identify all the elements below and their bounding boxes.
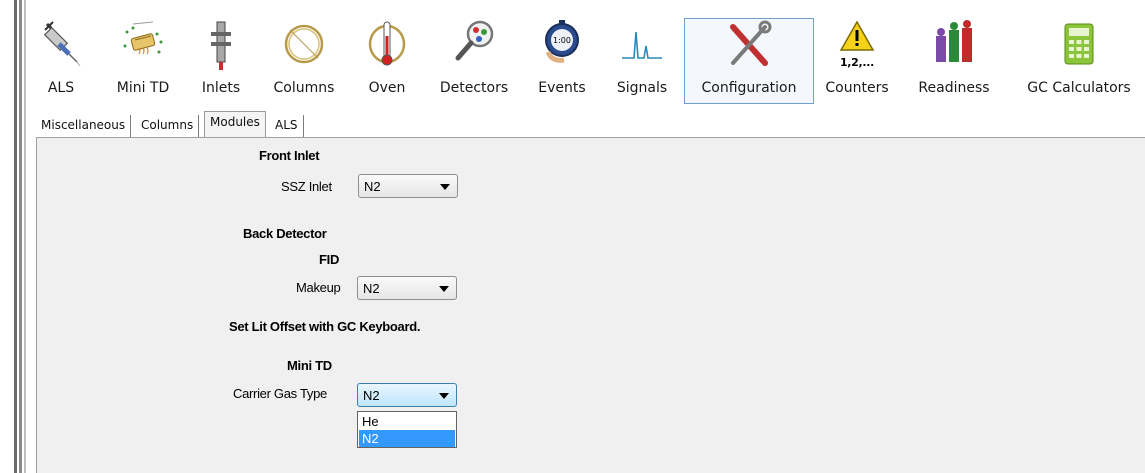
toolbar-label: Configuration [701,80,797,96]
toolbar-gc-calculators-button[interactable]: GC Calculators [1020,18,1138,110]
makeup-select[interactable]: N2 [357,276,457,300]
toolbar-label: Oven [368,80,406,96]
tools-icon [725,19,773,75]
toolbar-label: Events [538,80,586,96]
tab-strip: Miscellaneous Columns Modules ALS [30,111,1145,137]
toolbar: ALS Mini TD Inlets Columns Oven Detector… [30,10,1145,110]
tab-modules[interactable]: Modules [204,111,266,137]
lit-offset-note: Set Lit Offset with GC Keyboard. [229,319,421,334]
fid-heading: FID [319,252,340,267]
toolbar-oven-button[interactable]: Oven [356,18,418,110]
magnifier-icon [450,18,498,74]
toolbar-label: Detectors [439,80,509,96]
toolbar-readiness-button[interactable]: Readiness [914,18,994,110]
readiness-bars-icon [930,18,978,74]
toolbar-label: Inlets [201,80,241,96]
window-edge-shadow [24,0,26,473]
thermal-desorber-icon [119,18,167,74]
back-detector-heading: Back Detector [243,226,327,241]
modules-panel: Front Inlet SSZ Inlet N2 Back Detector F… [36,137,1145,473]
ssz-inlet-select[interactable]: N2 [358,174,458,198]
chevron-down-icon [440,184,450,190]
toolbar-counters-button[interactable]: 1,2,... Counters [822,18,892,110]
tab-columns[interactable]: Columns [136,115,200,137]
stopwatch-text: 1:00 [553,36,571,45]
mini-td-heading: Mini TD [287,358,332,373]
chevron-down-icon [439,286,449,292]
chevron-down-icon [439,393,449,399]
carrier-gas-select[interactable]: N2 [357,383,457,407]
carrier-gas-option-he[interactable]: He [359,413,455,430]
toolbar-columns-button[interactable]: Columns [264,18,344,110]
toolbar-events-button[interactable]: 1:00 Events [528,18,596,110]
toolbar-configuration-button[interactable]: Configuration [684,18,814,104]
inlet-icon [197,18,245,74]
toolbar-label: Columns [273,80,335,96]
tab-miscellaneous[interactable]: Miscellaneous [36,115,132,137]
makeup-label: Makeup [296,280,341,295]
calculator-icon [1055,18,1103,74]
carrier-gas-option-n2[interactable]: N2 [359,430,455,447]
oven-icon [363,18,411,74]
front-inlet-heading: Front Inlet [259,148,320,163]
toolbar-label: Signals [616,80,668,96]
signal-peak-icon [618,18,666,74]
window-edge-inner [19,0,22,473]
window-edge [14,0,17,473]
tab-als[interactable]: ALS [270,115,304,137]
toolbar-detectors-button[interactable]: Detectors [430,18,518,110]
makeup-value: N2 [363,281,380,296]
toolbar-signals-button[interactable]: Signals [606,18,678,110]
toolbar-inlets-button[interactable]: Inlets [190,18,252,110]
toolbar-label: GC Calculators [1027,80,1131,96]
toolbar-label: Mini TD [116,80,170,96]
ssz-inlet-value: N2 [364,179,381,194]
toolbar-label: Readiness [918,80,990,96]
toolbar-label: ALS [47,80,75,96]
carrier-gas-value: N2 [363,388,380,403]
carrier-gas-label: Carrier Gas Type [233,386,327,401]
stopwatch-icon: 1:00 [538,18,586,74]
syringe-icon [37,18,85,74]
column-coil-icon [280,18,328,74]
toolbar-mini-td-button[interactable]: Mini TD [108,18,178,110]
toolbar-als-button[interactable]: ALS [32,18,90,110]
ssz-inlet-label: SSZ Inlet [281,179,332,194]
counter-sublabel: 1,2,... [839,56,875,69]
toolbar-label: Counters [825,80,889,96]
carrier-gas-dropdown: He N2 [357,411,457,448]
